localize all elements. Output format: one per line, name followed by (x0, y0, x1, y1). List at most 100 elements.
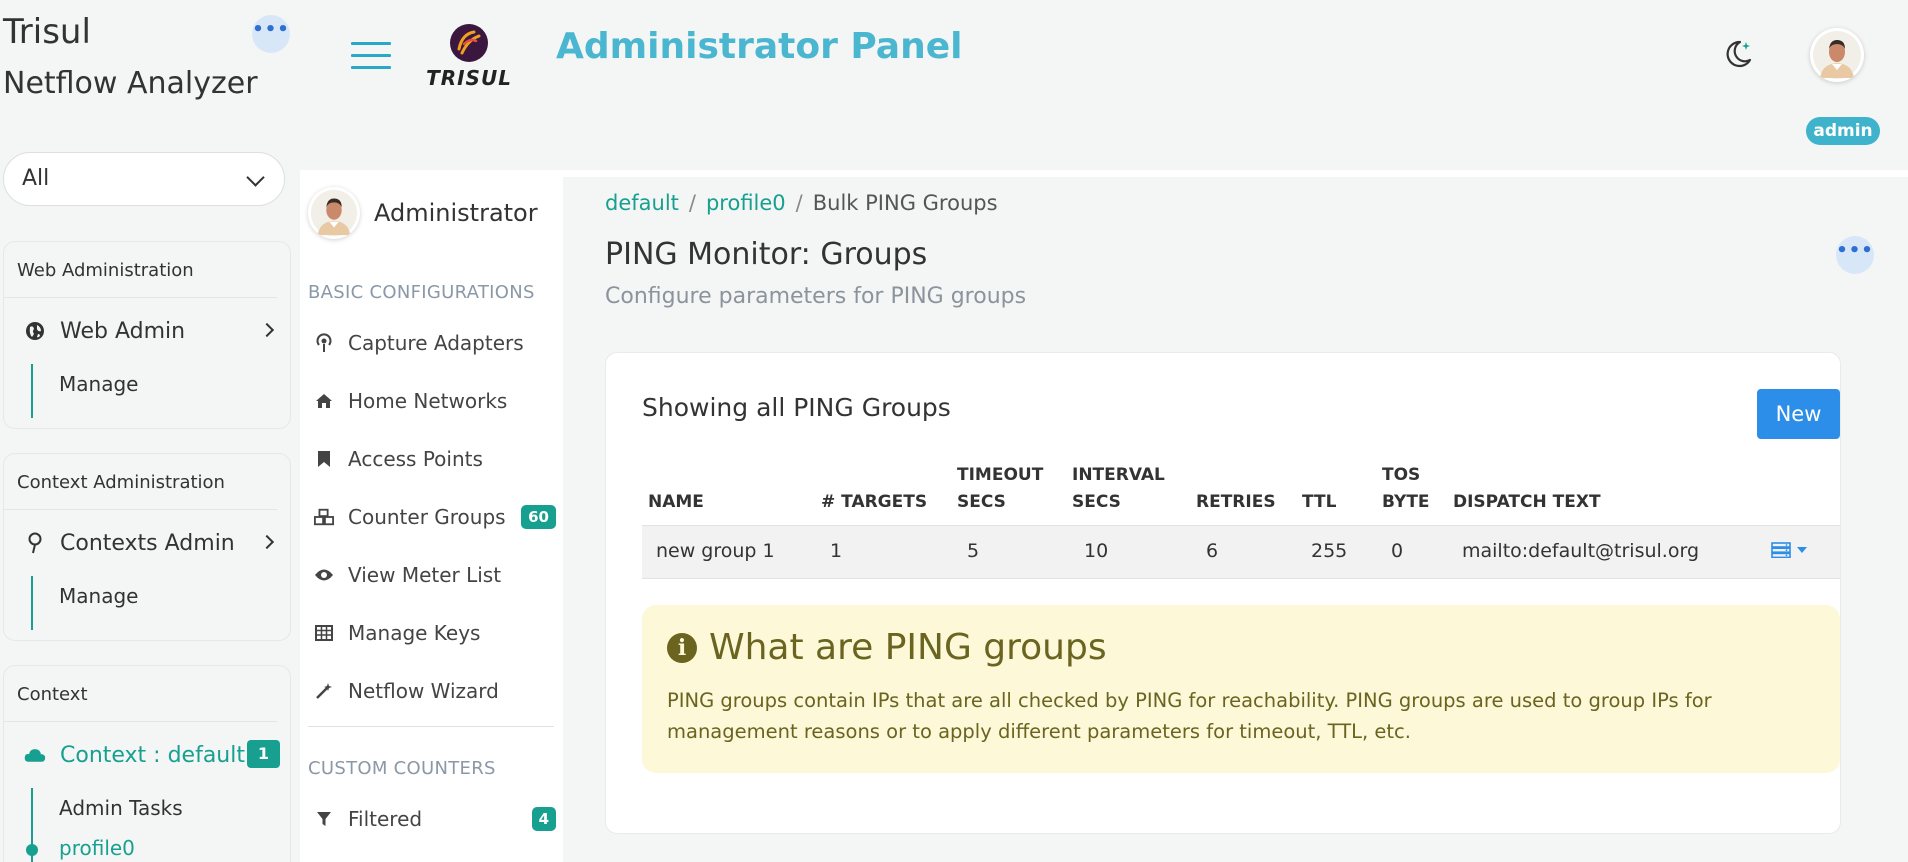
nav-home-networks[interactable]: Home Networks (314, 381, 556, 421)
key-icon (24, 532, 46, 554)
info-text: PING groups contain IPs that are all che… (667, 689, 1712, 743)
counter-groups-badge: 60 (521, 505, 556, 529)
user-avatar[interactable] (1810, 28, 1864, 82)
cell-targets: 1 (830, 540, 843, 562)
page-options-button[interactable]: ••• (1836, 236, 1874, 274)
app-title: Trisul (3, 12, 91, 52)
cell-name: new group 1 (656, 540, 775, 562)
cell-interval: 10 (1084, 540, 1109, 562)
nav-label: Counter Groups (348, 505, 506, 529)
sidebar-subitem-web-manage[interactable]: Manage (4, 364, 290, 416)
column-header-tos[interactable]: TOS BYTE (1382, 462, 1430, 516)
context-admin-heading: Context Administration (4, 454, 277, 510)
sidebar-subitem-context-manage[interactable]: Manage (4, 576, 290, 628)
nav-netflow-wizard[interactable]: Netflow Wizard (314, 671, 556, 711)
admin-subnav: Administrator BASIC CONFIGURATIONS Captu… (300, 177, 563, 862)
eye-icon (314, 565, 334, 585)
breadcrumb-current: Bulk PING Groups (812, 191, 998, 215)
column-header-retries[interactable]: RETRIES (1196, 489, 1276, 516)
column-header-ttl[interactable]: TTL (1302, 489, 1336, 516)
sidebar-more-button[interactable]: ••• (252, 15, 290, 53)
server-list-icon (1771, 542, 1791, 558)
column-header-targets[interactable]: # TARGETS (821, 489, 927, 516)
home-icon (314, 391, 334, 411)
chevron-right-icon (259, 534, 275, 550)
nav-label: Access Points (348, 447, 483, 471)
info-title: i What are PING groups (667, 627, 1107, 668)
table-icon (314, 623, 334, 643)
nav-label: Filtered (348, 807, 423, 831)
breadcrumb-link-profile0[interactable]: profile0 (706, 191, 786, 215)
nav-counter-groups[interactable]: Counter Groups 60 (314, 497, 556, 537)
page-subtitle: Configure parameters for PING groups (605, 284, 1027, 309)
trisul-logo[interactable]: TRISUL (421, 24, 517, 90)
column-header-dispatch[interactable]: DISPATCH TEXT (1453, 489, 1601, 516)
nav-filtered[interactable]: Filtered 4 (314, 799, 556, 839)
podcast-icon (314, 333, 334, 353)
context-admin-card: Context Administration Contexts Admin Ma… (3, 453, 291, 641)
cubes-icon (314, 507, 334, 527)
cell-retries: 6 (1206, 540, 1219, 562)
sidebar-item-context-default[interactable]: Context : default 1 (4, 722, 290, 788)
breadcrumb-link-default[interactable]: default (605, 191, 679, 215)
subnav-avatar (308, 187, 360, 239)
nav-label: Home Networks (348, 389, 508, 413)
custom-counters-heading: CUSTOM COUNTERS (308, 758, 496, 779)
globe-icon (24, 320, 46, 342)
sidebar-item-contexts-admin[interactable]: Contexts Admin (4, 510, 290, 576)
chevron-right-icon (259, 322, 275, 338)
context-card: Context Context : default 1 Admin Tasks … (3, 665, 291, 862)
cell-timeout: 5 (967, 540, 980, 562)
sidebar-subitem-profile0[interactable]: profile0 (4, 828, 290, 862)
ping-groups-card: Showing all PING Groups New NAME # TARGE… (605, 352, 1841, 834)
row-actions-dropdown[interactable] (1771, 542, 1807, 558)
new-group-button[interactable]: New (1757, 389, 1840, 439)
caret-down-icon (1797, 547, 1807, 553)
table-row[interactable]: new group 1 1 5 10 6 255 0 mailto:defaul… (642, 525, 1840, 579)
cell-dispatch: mailto:default@trisul.org (1462, 540, 1699, 562)
logo-text: TRISUL (426, 66, 512, 90)
subnav-divider (308, 726, 554, 727)
moon-stars-icon (1726, 40, 1752, 68)
context-heading: Context (4, 666, 277, 722)
page-header-title: Administrator Panel (556, 26, 963, 67)
nav-label: Netflow Wizard (348, 679, 499, 703)
column-header-timeout[interactable]: TIMEOUT SECS (957, 462, 1043, 516)
page-title: PING Monitor: Groups (605, 237, 928, 272)
menu-toggle-button[interactable] (351, 42, 391, 78)
sidebar-item-label: Context : default (60, 742, 245, 768)
basic-config-heading: BASIC CONFIGURATIONS (308, 282, 535, 303)
breadcrumb: default / profile0/Bulk PING Groups (605, 191, 998, 215)
info-circle-icon: i (667, 632, 697, 663)
nav-label: View Meter List (348, 563, 502, 587)
dark-mode-toggle[interactable] (1720, 36, 1756, 72)
info-callout: i What are PING groups PING groups conta… (642, 605, 1840, 773)
nav-capture-adapters[interactable]: Capture Adapters (314, 323, 556, 363)
sidebar-item-label: Contexts Admin (60, 530, 235, 556)
subnav-user: Administrator (308, 187, 538, 239)
filtered-badge: 4 (531, 807, 556, 831)
info-title-text: What are PING groups (709, 627, 1107, 668)
subnav-user-name: Administrator (374, 199, 538, 227)
nav-view-meter-list[interactable]: View Meter List (314, 555, 556, 595)
nav-access-points[interactable]: Access Points (314, 439, 556, 479)
cloud-icon (24, 744, 46, 766)
web-admin-card: Web Administration Web Admin Manage (3, 241, 291, 429)
card-title: Showing all PING Groups (642, 393, 951, 422)
user-role-badge: admin (1806, 117, 1880, 145)
bookmark-icon (314, 449, 334, 469)
column-header-interval[interactable]: INTERVAL SECS (1072, 462, 1165, 516)
app-subtitle: Netflow Analyzer (3, 66, 258, 101)
context-select[interactable]: All (3, 152, 285, 206)
context-count-badge: 1 (247, 740, 280, 768)
cell-tos: 0 (1391, 540, 1404, 562)
nav-label: Manage Keys (348, 621, 481, 645)
nav-label: Capture Adapters (348, 331, 524, 355)
avatar-image (1813, 31, 1861, 79)
column-header-name[interactable]: NAME (648, 489, 704, 516)
web-admin-heading: Web Administration (4, 242, 277, 298)
nav-manage-keys[interactable]: Manage Keys (314, 613, 556, 653)
sidebar-item-web-admin[interactable]: Web Admin (4, 298, 290, 364)
sidebar-item-label: Web Admin (60, 318, 186, 344)
header-divider (300, 170, 1908, 177)
